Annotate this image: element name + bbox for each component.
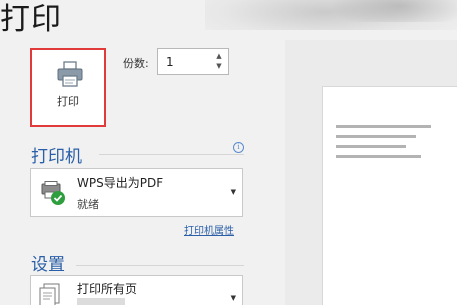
printer-section-title: 打印机 [31, 147, 82, 167]
printer-icon [57, 61, 83, 87]
printer-status-icon [41, 181, 65, 205]
chevron-down-icon[interactable]: ▼ [215, 61, 223, 71]
info-icon[interactable]: i [233, 142, 244, 153]
settings-section-title: 设置 [31, 255, 65, 275]
print-range-value: 打印所有页 [77, 282, 138, 296]
copies-label: 份数: [123, 57, 149, 70]
section-divider [99, 154, 244, 155]
preview-text-line [336, 125, 431, 128]
print-backstage: 打印 打印 份数: 1 ▲ ▼ 打印机 i WPS导出为PDF 就绪 ▼ 打印机… [0, 0, 457, 305]
header-decoration-dark [330, 0, 457, 22]
preview-text-line [336, 155, 421, 158]
print-range-subtext [77, 298, 125, 305]
preview-text-line [336, 135, 416, 138]
copies-stepper[interactable]: 1 ▲ ▼ [157, 48, 229, 75]
preview-page [322, 86, 457, 305]
chevron-up-icon[interactable]: ▲ [215, 51, 223, 61]
printer-properties-link[interactable]: 打印机属性 [184, 222, 234, 237]
pages-icon [39, 283, 60, 305]
copies-value[interactable]: 1 [166, 55, 174, 69]
section-divider [76, 265, 244, 266]
print-button[interactable]: 打印 [30, 48, 106, 127]
printer-status: 就绪 [77, 198, 99, 211]
print-range-select[interactable]: 打印所有页 ▼ [30, 275, 243, 305]
page-title: 打印 [0, 2, 62, 37]
chevron-down-icon[interactable]: ▼ [231, 294, 236, 302]
printer-select[interactable]: WPS导出为PDF 就绪 ▼ [30, 168, 243, 217]
chevron-down-icon[interactable]: ▼ [231, 188, 236, 196]
printer-name: WPS导出为PDF [77, 176, 164, 190]
preview-text-line [336, 145, 406, 148]
copies-spin-buttons[interactable]: ▲ ▼ [215, 51, 223, 71]
print-button-label: 打印 [57, 95, 79, 108]
